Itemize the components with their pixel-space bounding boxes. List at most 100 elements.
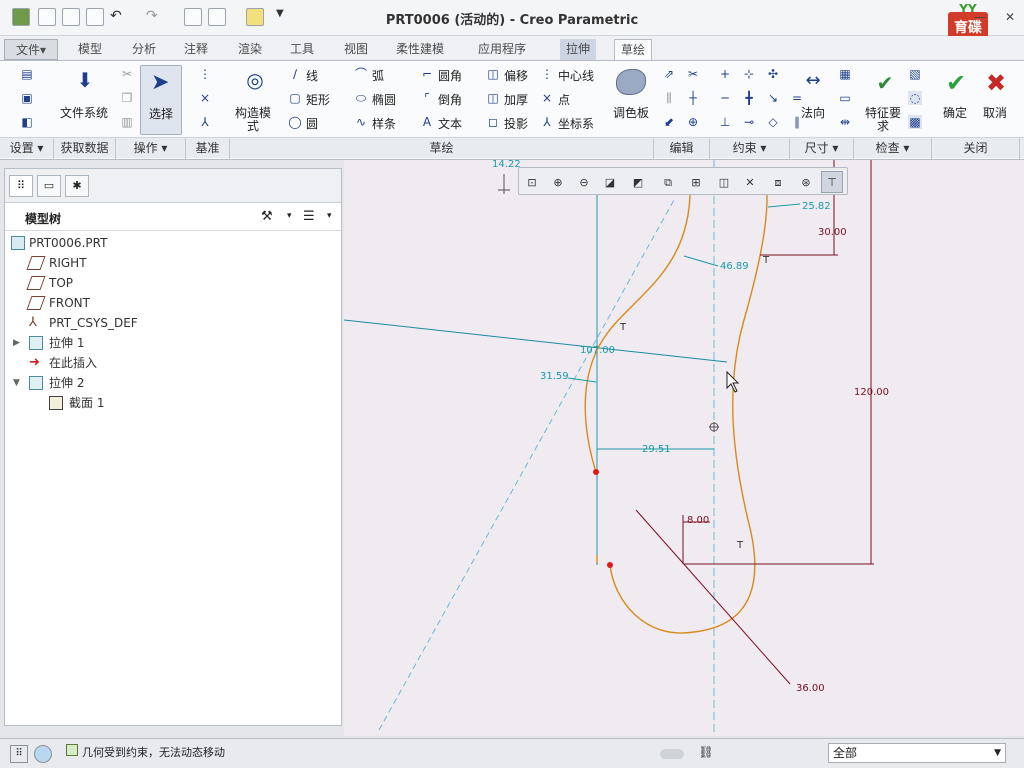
dim-120-00[interactable]: 120.00: [854, 387, 889, 398]
favorites-tab-icon[interactable]: ✱: [65, 175, 89, 197]
circle-icon[interactable]: ◯: [288, 115, 302, 129]
zoom-out-icon[interactable]: ⊖: [573, 171, 595, 193]
datum-point-icon[interactable]: ×: [198, 91, 212, 105]
rectangle-icon[interactable]: ▢: [288, 91, 302, 105]
zoom-in-icon[interactable]: ⊕: [547, 171, 569, 193]
circle-button[interactable]: 圆: [306, 115, 318, 132]
view-manager-icon[interactable]: ⊞: [685, 171, 707, 193]
construct-mode-icon[interactable]: ◎: [242, 67, 268, 93]
expand-icon[interactable]: ▶: [13, 336, 27, 350]
construction-angled-line[interactable]: [378, 199, 675, 731]
model-tree-tab-icon[interactable]: ⠿: [9, 175, 33, 197]
tab-analysis[interactable]: 分析: [126, 39, 162, 60]
thicken-button[interactable]: 加厚: [504, 91, 528, 108]
feature-requirements-icon[interactable]: ✔: [870, 69, 900, 97]
group-operations[interactable]: 操作 ▾: [116, 138, 186, 159]
tangent-constraint-3[interactable]: T: [736, 540, 744, 551]
tree-item-right[interactable]: RIGHT: [5, 253, 341, 273]
fillet-button[interactable]: 圆角: [438, 67, 462, 84]
chamfer-button[interactable]: 倒角: [438, 91, 462, 108]
annotation-display-icon[interactable]: ⧈: [767, 171, 789, 193]
tab-extrude[interactable]: 拉伸: [560, 39, 597, 60]
tree-item-top[interactable]: TOP: [5, 273, 341, 293]
normal-dimension-button[interactable]: 法向: [796, 107, 830, 120]
tab-render[interactable]: 渲染: [232, 39, 268, 60]
coordinate-system-icon[interactable]: ⅄: [540, 115, 554, 129]
fillet-icon[interactable]: ⌐: [420, 67, 434, 81]
centerline-icon[interactable]: ⋮: [540, 67, 554, 81]
perspective-icon[interactable]: ◫: [713, 171, 735, 193]
construct-mode-button[interactable]: 构造模式: [232, 107, 274, 133]
line-icon[interactable]: ∕: [288, 67, 302, 81]
normal-dimension-icon[interactable]: ↔: [800, 69, 826, 93]
sketcher-display-icon[interactable]: ⊤: [821, 171, 843, 193]
minimize-icon[interactable]: —: [972, 9, 988, 25]
refit-icon[interactable]: ⊡: [521, 171, 543, 193]
tree-item-csys[interactable]: ⅄ PRT_CSYS_DEF: [5, 313, 341, 333]
ellipse-button[interactable]: 椭圆: [372, 91, 396, 108]
chamfer-icon[interactable]: ⌜: [420, 91, 434, 105]
datum-display-icon[interactable]: ✕: [739, 171, 761, 193]
overlapping-geometry-icon[interactable]: ▧: [908, 67, 922, 81]
offset-button[interactable]: 偏移: [504, 67, 528, 84]
arc-icon[interactable]: ⌒: [354, 67, 368, 81]
tangent-constraint-icon[interactable]: ⊹: [742, 67, 756, 81]
spline-button[interactable]: 样条: [372, 115, 396, 132]
tangent-icon[interactable]: ◇: [766, 115, 780, 129]
symmetric-constraint-icon[interactable]: ↘: [766, 91, 780, 105]
project-button[interactable]: 投影: [504, 115, 528, 132]
tab-model[interactable]: 模型: [72, 39, 108, 60]
saved-views-icon[interactable]: ⧉: [657, 171, 679, 193]
perpendicular-constraint-icon[interactable]: ⊥: [718, 115, 732, 129]
sketch-svg[interactable]: 14.22 25.82 30.00 46.89 107.00 31.59 120…: [343, 159, 1024, 736]
highlight-open-ends-icon[interactable]: ◌: [908, 91, 922, 105]
modify-icon[interactable]: ⇗: [662, 67, 676, 81]
dim-107-00[interactable]: 107.00: [580, 345, 615, 356]
cancel-button[interactable]: 取消: [978, 107, 1012, 120]
dim-46-89[interactable]: 46.89: [720, 261, 749, 272]
tree-item-part[interactable]: PRT0006.PRT: [5, 233, 341, 253]
thicken-icon[interactable]: ◫: [486, 91, 500, 105]
centerline-button[interactable]: 中心线: [558, 67, 594, 84]
tangent-constraint-2[interactable]: T: [762, 255, 770, 266]
baseline-icon[interactable]: ⇹: [838, 115, 852, 129]
text-icon[interactable]: A: [420, 115, 434, 129]
equal-constraint-icon[interactable]: =: [790, 91, 804, 105]
group-setup[interactable]: 设置 ▾: [0, 138, 54, 159]
dim-8-00[interactable]: 8.00: [687, 515, 709, 526]
tab-tools[interactable]: 工具: [284, 39, 320, 60]
coordinate-system-button[interactable]: 坐标系: [558, 115, 594, 132]
parallel-constraint-icon[interactable]: ⊸: [742, 115, 756, 129]
corner-icon[interactable]: ⊕: [686, 115, 700, 129]
tab-sketch[interactable]: 草绘: [614, 39, 653, 60]
text-button[interactable]: 文本: [438, 115, 462, 132]
rectangle-button[interactable]: 矩形: [306, 91, 330, 108]
select-button[interactable]: ➤ 选择: [140, 65, 182, 135]
regenerate-status-icon[interactable]: ⛓: [698, 745, 714, 761]
tab-applications[interactable]: 应用程序: [472, 39, 532, 60]
feature-requirements-button[interactable]: 特征要求: [862, 107, 904, 133]
shade-closed-loops-icon[interactable]: ▩: [908, 115, 922, 129]
folder-browser-tab-icon[interactable]: ▭: [37, 175, 61, 197]
endpoint-top[interactable]: [593, 469, 599, 475]
chevron-down-icon[interactable]: ▼: [994, 744, 1001, 762]
reference-line-107[interactable]: [343, 319, 728, 363]
divide-icon[interactable]: ┼: [686, 91, 700, 105]
tree-item-front[interactable]: FRONT: [5, 293, 341, 313]
ok-button[interactable]: 确定: [938, 107, 972, 120]
midpoint-constraint-icon[interactable]: ✣: [766, 67, 780, 81]
tree-item-insert-here[interactable]: ➜ 在此插入: [5, 353, 341, 373]
tab-view[interactable]: 视图: [338, 39, 374, 60]
dim-14-22[interactable]: 14.22: [492, 159, 521, 170]
dim-36-00[interactable]: 36.00: [796, 683, 825, 694]
tree-settings-arrow-icon[interactable]: ▾: [287, 211, 292, 221]
reference-icon[interactable]: ▣: [20, 91, 34, 105]
project-icon[interactable]: ◻: [486, 115, 500, 129]
graphics-window[interactable]: 14.22 25.82 30.00 46.89 107.00 31.59 120…: [343, 159, 1024, 736]
tree-item-extrude-2[interactable]: ▼ 拉伸 2: [5, 373, 341, 393]
sketch-view-icon[interactable]: ◧: [20, 115, 34, 129]
ellipse-icon[interactable]: ⬭: [354, 91, 368, 105]
show-menu-icon[interactable]: ☰: [303, 209, 315, 224]
group-inspect[interactable]: 检查 ▾: [854, 138, 932, 159]
line-button[interactable]: 线: [306, 67, 318, 84]
